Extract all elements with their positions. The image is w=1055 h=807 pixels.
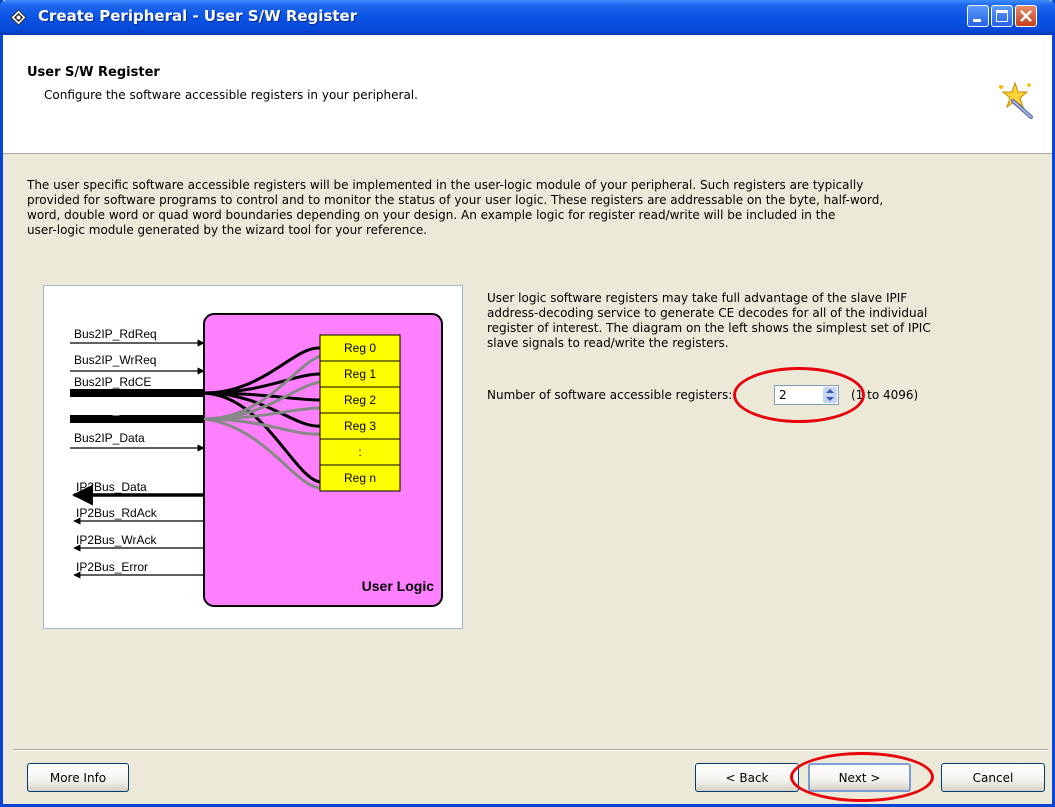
page-title: User S/W Register	[27, 65, 160, 80]
description-line: address-decoding service to generate CE …	[487, 306, 928, 320]
output-signal-label: IP2Bus_Data	[76, 480, 147, 494]
close-icon	[1020, 10, 1032, 22]
intro-line: word, double word or quad word boundarie…	[27, 208, 836, 222]
description-line: slave signals to read/write the register…	[487, 336, 729, 350]
app-diamond-icon	[10, 9, 27, 26]
intro-line: The user specific software accessible re…	[27, 178, 864, 192]
register-count-label: Number of software accessible registers:	[487, 388, 733, 402]
maximize-button[interactable]	[991, 5, 1013, 27]
spinner-up-down-icon	[826, 389, 834, 401]
intro-paragraph: The user specific software accessible re…	[27, 178, 1047, 238]
back-button[interactable]: < Back	[695, 763, 799, 792]
register-count-range: (1 to 4096)	[851, 388, 919, 402]
description-line: register of interest. The diagram on the…	[487, 321, 931, 335]
register-count-value[interactable]: 2	[779, 388, 787, 402]
register-diagram: Reg 0 Reg 1 Reg 2 Reg 3 : Reg n Bus2IP_R…	[43, 285, 463, 629]
description-line: User logic software registers may take f…	[487, 291, 908, 305]
spinner-arrows[interactable]	[823, 387, 837, 403]
next-button[interactable]: Next >	[808, 763, 911, 792]
input-signal-label: Bus2IP_WrCE	[74, 402, 151, 416]
register-label: Reg 1	[344, 367, 376, 381]
input-signal-label: Bus2IP_RdCE	[74, 375, 151, 389]
window-title: Create Peripheral - User S/W Register	[38, 7, 358, 25]
user-logic-label: User Logic	[362, 578, 435, 594]
cancel-button[interactable]: Cancel	[941, 763, 1045, 792]
input-signal-label: Bus2IP_RdReq	[74, 327, 157, 341]
output-signal-label: IP2Bus_RdAck	[76, 506, 158, 520]
input-signal-label: Bus2IP_WrReq	[74, 353, 156, 367]
register-diagram-svg: Reg 0 Reg 1 Reg 2 Reg 3 : Reg n Bus2IP_R…	[70, 313, 443, 607]
minimize-icon	[973, 19, 981, 22]
page-subtitle: Configure the software accessible regist…	[44, 88, 418, 102]
maximize-icon	[996, 10, 1008, 22]
input-signal-label: Bus2IP_Data	[74, 431, 145, 445]
more-info-button[interactable]: More Info	[27, 763, 129, 792]
register-label: Reg 2	[344, 393, 376, 407]
register-label: Reg 0	[344, 341, 376, 355]
output-signal-label: IP2Bus_Error	[76, 560, 148, 574]
close-button[interactable]	[1015, 5, 1037, 27]
title-bar[interactable]: Create Peripheral - User S/W Register	[0, 0, 1055, 35]
register-count-spinner[interactable]: 2	[774, 385, 839, 405]
register-label: Reg n	[344, 471, 376, 485]
output-signal-label: IP2Bus_WrAck	[76, 533, 157, 547]
register-label: :	[358, 445, 361, 459]
intro-line: provided for software programs to contro…	[27, 193, 884, 207]
intro-line: user-logic module generated by the wizar…	[27, 223, 428, 237]
description-paragraph: User logic software registers may take f…	[487, 291, 1032, 351]
footer-separator	[13, 749, 1048, 751]
minimize-button[interactable]	[967, 5, 989, 27]
wizard-window: Create Peripheral - User S/W Register Us…	[0, 0, 1055, 807]
register-label: Reg 3	[344, 419, 376, 433]
wizard-header: User S/W Register Configure the software…	[3, 35, 1052, 154]
wizard-wand-icon	[999, 81, 1033, 119]
